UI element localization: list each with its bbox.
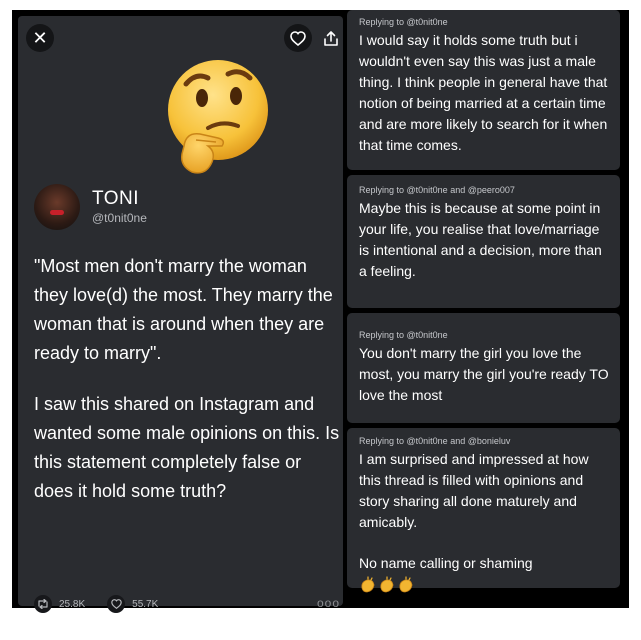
reply-paragraph: You don't marry the girl you love the mo…	[359, 345, 609, 403]
reply-text: Maybe this is because at some point in y…	[359, 198, 612, 282]
tweet-paragraph: I saw this shared on Instagram and wante…	[34, 394, 340, 501]
reply-card[interactable]: Replying to @t0nit0ne and @bonieluv I am…	[347, 428, 620, 593]
like-button[interactable]	[284, 24, 312, 52]
heart-icon	[107, 595, 126, 613]
tweet-text: "Most men don't marry the woman they lov…	[34, 252, 340, 528]
reply-paragraph: No name calling or shaming	[359, 555, 533, 571]
reply-card[interactable]: Replying to @t0nit0ne I would say it hol…	[347, 10, 620, 170]
reply-text: I would say it holds some truth but i wo…	[359, 30, 612, 156]
clapping-hands-emoji	[359, 576, 612, 594]
screenshot: ✕ TONI @t0nit0ne "Most men don't marry t…	[0, 0, 641, 640]
reply-meta: Replying to @t0nit0ne and @bonieluv	[359, 436, 511, 446]
reply-text: You don't marry the girl you love the mo…	[359, 343, 612, 406]
share-icon	[324, 30, 338, 46]
reply-text: I am surprised and impressed at how this…	[359, 449, 612, 574]
reply-card[interactable]: Replying to @t0nit0ne You don't marry th…	[347, 313, 620, 423]
reply-meta: Replying to @t0nit0ne and @peero007	[359, 185, 515, 195]
avatar[interactable]	[34, 184, 80, 230]
author-handle[interactable]: @t0nit0ne	[92, 210, 147, 226]
like-count: 55.7K	[132, 598, 159, 610]
tweet-card: ✕ TONI @t0nit0ne "Most men don't marry t…	[18, 16, 343, 613]
tweet-actions: 25.8K 55.7K ooo	[34, 592, 340, 616]
close-icon[interactable]: ✕	[26, 24, 54, 52]
reply-meta: Replying to @t0nit0ne	[359, 330, 448, 340]
tweet-paragraph: "Most men don't marry the woman they lov…	[34, 256, 333, 363]
tweet-author[interactable]: TONI @t0nit0ne	[34, 182, 147, 232]
reply-card[interactable]: Replying to @t0nit0ne and @peero007 Mayb…	[347, 175, 620, 308]
like-count-button[interactable]: 55.7K	[107, 595, 158, 613]
retweet-count: 25.8K	[59, 598, 86, 610]
author-name[interactable]: TONI	[92, 188, 147, 210]
reply-meta: Replying to @t0nit0ne	[359, 17, 448, 27]
thinking-face-emoji	[156, 54, 276, 180]
heart-icon	[290, 30, 306, 46]
retweet-icon	[34, 595, 52, 613]
share-button[interactable]	[320, 24, 342, 52]
reply-paragraph: I am surprised and impressed at how this…	[359, 451, 589, 530]
reply-paragraph: Maybe this is because at some point in y…	[359, 200, 602, 279]
reply-paragraph: I would say it holds some truth but i wo…	[359, 32, 608, 153]
more-options-icon[interactable]: ooo	[317, 596, 340, 610]
retweet-button[interactable]: 25.8K	[34, 595, 85, 613]
